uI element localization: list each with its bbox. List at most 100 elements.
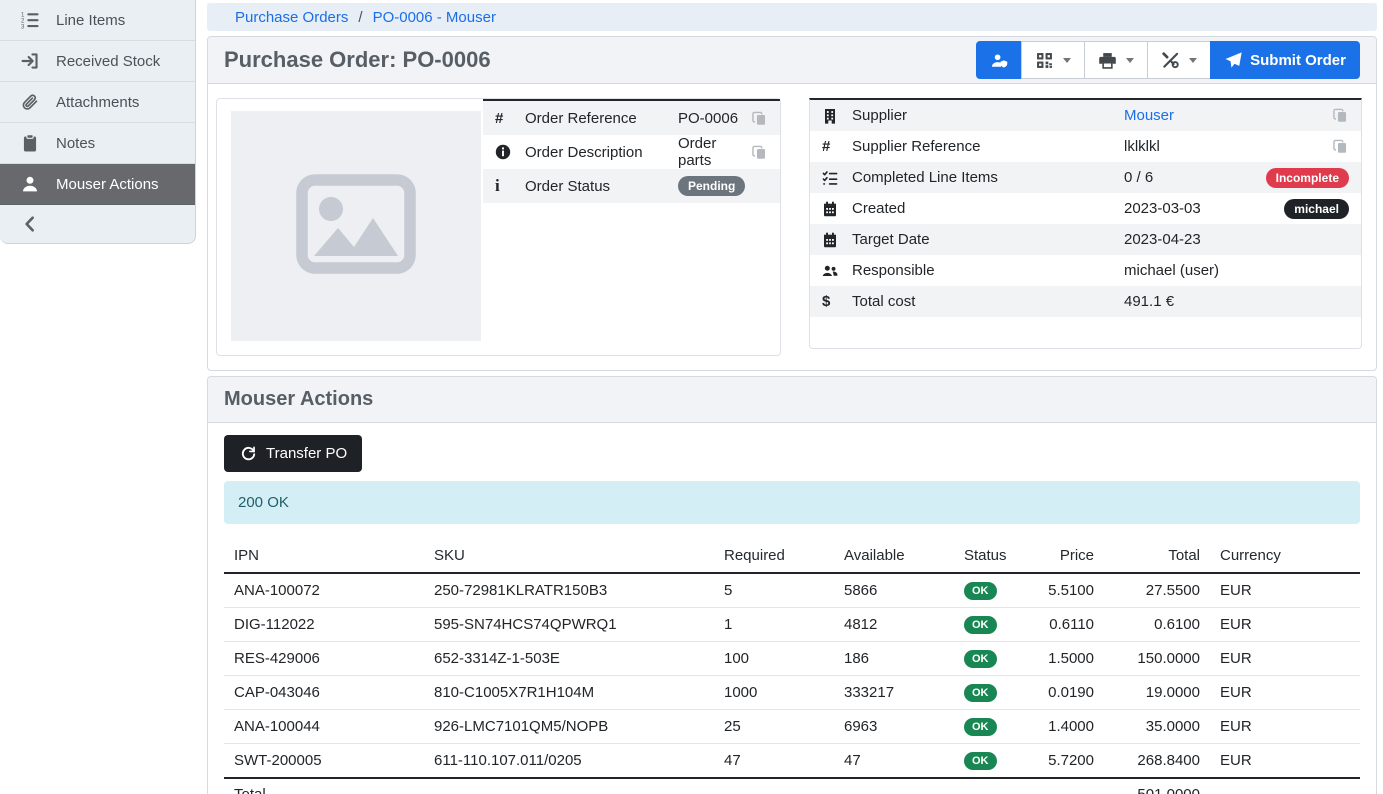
image-placeholder-icon [296,174,416,278]
cell-price: 1.4000 [1022,710,1104,744]
sidebar-collapse-button[interactable] [0,205,195,243]
footer-empty-cell [834,778,954,794]
po-panel-body: #Order ReferencePO-0006 Order Description… [208,84,1376,370]
detail-value: Mouser [1124,107,1331,124]
copy-icon[interactable] [1331,138,1349,156]
list-check-icon [822,169,852,187]
clipboard-icon [21,134,39,152]
detail-label: Order Status [525,178,678,195]
line-table-footer-row: Total 501.0000 [224,778,1360,794]
ok-status-badge: OK [964,684,997,702]
detail-row-order-reference: #Order ReferencePO-0006 [483,101,780,135]
status-badge: Pending [678,176,745,196]
ok-status-badge: OK [964,616,997,634]
footer-empty-cell [954,778,1022,794]
line-items-table: IPNSKURequiredAvailableStatusPriceTotalC… [224,542,1360,794]
paper-plane-icon [1224,51,1242,69]
cell-status: OK [954,744,1022,779]
cell-available: 186 [834,642,954,676]
print-actions-button[interactable] [1084,41,1148,79]
cell-ipn: SWT-200005 [224,744,424,779]
breadcrumb-link-purchase-orders[interactable]: Purchase Orders [235,9,348,26]
transfer-po-button[interactable]: Transfer PO [224,435,362,472]
supplier-link[interactable]: Mouser [1124,107,1174,124]
submit-order-button[interactable]: Submit Order [1210,41,1360,79]
sidebar-item-label: Attachments [56,94,139,111]
ordered-list-icon: 123 [21,11,39,29]
breadcrumb-link-po-0006-mouser[interactable]: PO-0006 - Mouser [373,9,496,26]
caret-down-icon [1063,58,1071,63]
order-details-card: #Order ReferencePO-0006 Order Description… [216,98,781,356]
sidebar-item-line-items[interactable]: 123 Line Items [0,0,195,41]
cell-total: 268.8400 [1104,744,1210,779]
cell-sku: 250-72981KLRATR150B3 [424,573,714,608]
order-actions-button[interactable] [1147,41,1211,79]
user-roles-button[interactable] [976,41,1022,79]
footer-empty-cell [424,778,714,794]
calendar-icon [822,231,852,249]
status-alert: 200 OK [224,481,1360,524]
detail-label: Order Description [525,144,678,161]
detail-value: michael (user) [1124,262,1349,279]
detail-value: PO-0006 [678,110,750,127]
svg-text:3: 3 [21,24,25,29]
copy-icon[interactable] [750,109,768,127]
info-icon: i [495,177,525,195]
cell-status: OK [954,710,1022,744]
cell-total: 0.6100 [1104,608,1210,642]
users-icon [822,262,852,280]
cell-status: OK [954,573,1022,608]
barcode-actions-button[interactable] [1021,41,1085,79]
footer-empty-cell [1022,778,1104,794]
column-header-required: Required [714,542,834,573]
detail-label: Supplier [852,107,1124,124]
cell-status: OK [954,642,1022,676]
sidebar-item-notes[interactable]: Notes [0,123,195,164]
detail-label: Created [852,200,1124,217]
cell-required: 1 [714,608,834,642]
detail-row-created: Created2023-03-03michael [810,193,1361,224]
cell-total: 150.0000 [1104,642,1210,676]
detail-label: Total cost [852,293,1124,310]
footer-empty-cell [714,778,834,794]
tools-icon [1161,51,1179,69]
dollar-icon: $ [822,293,852,311]
column-header-currency: Currency [1210,542,1360,573]
cell-total: 19.0000 [1104,676,1210,710]
sidebar-item-mouser-actions[interactable]: Mouser Actions [0,164,195,205]
cell-sku: 810-C1005X7R1H104M [424,676,714,710]
line-item-row: CAP-043046810-C1005X7R1H104M1000333217OK… [224,676,1360,710]
cell-available: 4812 [834,608,954,642]
cell-required: 1000 [714,676,834,710]
caret-down-icon [1189,58,1197,63]
actions-panel-title: Mouser Actions [224,388,373,411]
copy-icon[interactable] [1331,107,1349,125]
cell-currency: EUR [1210,573,1360,608]
supplier-details-card: SupplierMouser#Supplier Referencelklklkl… [809,98,1362,349]
detail-label: Responsible [852,262,1124,279]
column-header-ipn: IPN [224,542,424,573]
detail-label: Supplier Reference [852,138,1124,155]
footer-total-value: 501.0000 [1104,778,1210,794]
cell-required: 5 [714,573,834,608]
detail-row-target-date: Target Date2023-04-23 [810,224,1361,255]
empty-detail-row [810,317,1361,348]
column-header-total: Total [1104,542,1210,573]
cell-currency: EUR [1210,744,1360,779]
ok-status-badge: OK [964,582,997,600]
detail-value: 491.1 € [1124,293,1349,310]
actions-panel-body: Transfer PO 200 OK IPNSKURequiredAvailab… [208,423,1376,794]
cell-sku: 652-3314Z-1-503E [424,642,714,676]
sidebar-item-received-stock[interactable]: Received Stock [0,41,195,82]
sidebar-item-attachments[interactable]: Attachments [0,82,195,123]
sidebar-item-label: Line Items [56,12,125,29]
ok-status-badge: OK [964,650,997,668]
sidebar-item-label: Notes [56,135,95,152]
footer-total-label: Total [224,778,424,794]
detail-row-order-status: iOrder StatusPending [483,169,780,203]
cell-required: 25 [714,710,834,744]
copy-icon[interactable] [750,143,768,161]
cell-currency: EUR [1210,710,1360,744]
cell-currency: EUR [1210,642,1360,676]
po-toolbar: Submit Order [976,41,1360,79]
